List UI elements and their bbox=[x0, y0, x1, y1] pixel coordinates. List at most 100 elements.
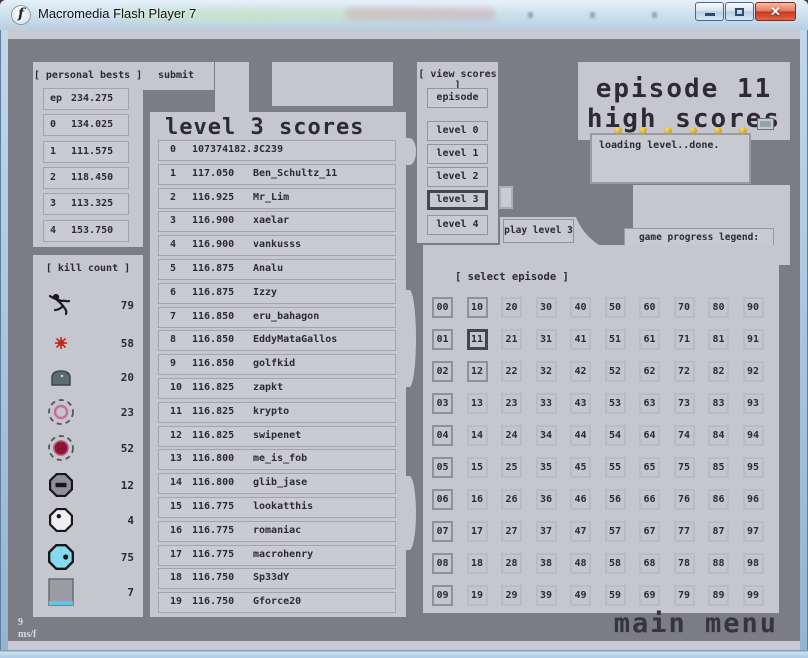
episode-cell-65[interactable]: 65 bbox=[639, 457, 660, 478]
episode-cell-61[interactable]: 61 bbox=[639, 329, 660, 350]
episode-cell-93[interactable]: 93 bbox=[743, 393, 764, 414]
episode-cell-22[interactable]: 22 bbox=[501, 361, 522, 382]
episode-cell-06[interactable]: 06 bbox=[432, 489, 453, 510]
episode-cell-19[interactable]: 19 bbox=[467, 585, 488, 606]
episode-cell-64[interactable]: 64 bbox=[639, 425, 660, 446]
episode-cell-25[interactable]: 25 bbox=[501, 457, 522, 478]
episode-cell-71[interactable]: 71 bbox=[674, 329, 695, 350]
episode-cell-60[interactable]: 60 bbox=[639, 297, 660, 318]
episode-cell-86[interactable]: 86 bbox=[708, 489, 729, 510]
episode-cell-11[interactable]: 11 bbox=[467, 329, 488, 350]
episode-cell-96[interactable]: 96 bbox=[743, 489, 764, 510]
episode-cell-95[interactable]: 95 bbox=[743, 457, 764, 478]
episode-cell-76[interactable]: 76 bbox=[674, 489, 695, 510]
episode-cell-03[interactable]: 03 bbox=[432, 393, 453, 414]
view-scores-button-episode[interactable]: episode bbox=[427, 88, 488, 108]
view-scores-button-level-0[interactable]: level 0 bbox=[427, 121, 488, 141]
episode-cell-62[interactable]: 62 bbox=[639, 361, 660, 382]
episode-cell-29[interactable]: 29 bbox=[501, 585, 522, 606]
episode-cell-77[interactable]: 77 bbox=[674, 521, 695, 542]
episode-cell-92[interactable]: 92 bbox=[743, 361, 764, 382]
episode-cell-14[interactable]: 14 bbox=[467, 425, 488, 446]
episode-cell-54[interactable]: 54 bbox=[605, 425, 626, 446]
view-scores-button-level-3[interactable]: level 3 bbox=[427, 190, 488, 210]
episode-cell-05[interactable]: 05 bbox=[432, 457, 453, 478]
episode-cell-15[interactable]: 15 bbox=[467, 457, 488, 478]
episode-cell-28[interactable]: 28 bbox=[501, 553, 522, 574]
episode-cell-21[interactable]: 21 bbox=[501, 329, 522, 350]
episode-cell-53[interactable]: 53 bbox=[605, 393, 626, 414]
episode-cell-97[interactable]: 97 bbox=[743, 521, 764, 542]
episode-cell-40[interactable]: 40 bbox=[570, 297, 591, 318]
episode-cell-39[interactable]: 39 bbox=[536, 585, 557, 606]
episode-cell-68[interactable]: 68 bbox=[639, 553, 660, 574]
episode-cell-02[interactable]: 02 bbox=[432, 361, 453, 382]
episode-cell-52[interactable]: 52 bbox=[605, 361, 626, 382]
episode-cell-85[interactable]: 85 bbox=[708, 457, 729, 478]
episode-cell-78[interactable]: 78 bbox=[674, 553, 695, 574]
episode-cell-72[interactable]: 72 bbox=[674, 361, 695, 382]
episode-cell-37[interactable]: 37 bbox=[536, 521, 557, 542]
episode-cell-88[interactable]: 88 bbox=[708, 553, 729, 574]
episode-cell-81[interactable]: 81 bbox=[708, 329, 729, 350]
episode-cell-44[interactable]: 44 bbox=[570, 425, 591, 446]
episode-cell-90[interactable]: 90 bbox=[743, 297, 764, 318]
episode-cell-73[interactable]: 73 bbox=[674, 393, 695, 414]
episode-cell-43[interactable]: 43 bbox=[570, 393, 591, 414]
view-scores-button-level-1[interactable]: level 1 bbox=[427, 144, 488, 164]
episode-cell-07[interactable]: 07 bbox=[432, 521, 453, 542]
maximize-button[interactable] bbox=[725, 2, 754, 21]
play-level-button[interactable]: play level 3 bbox=[503, 219, 574, 243]
episode-cell-94[interactable]: 94 bbox=[743, 425, 764, 446]
episode-cell-89[interactable]: 89 bbox=[708, 585, 729, 606]
episode-cell-98[interactable]: 98 bbox=[743, 553, 764, 574]
episode-cell-32[interactable]: 32 bbox=[536, 361, 557, 382]
episode-cell-13[interactable]: 13 bbox=[467, 393, 488, 414]
episode-cell-24[interactable]: 24 bbox=[501, 425, 522, 446]
episode-cell-87[interactable]: 87 bbox=[708, 521, 729, 542]
episode-cell-23[interactable]: 23 bbox=[501, 393, 522, 414]
episode-cell-56[interactable]: 56 bbox=[605, 489, 626, 510]
episode-cell-80[interactable]: 80 bbox=[708, 297, 729, 318]
episode-cell-30[interactable]: 30 bbox=[536, 297, 557, 318]
episode-cell-69[interactable]: 69 bbox=[639, 585, 660, 606]
episode-cell-04[interactable]: 04 bbox=[432, 425, 453, 446]
episode-cell-83[interactable]: 83 bbox=[708, 393, 729, 414]
titlebar[interactable]: f Macromedia Flash Player 7 ✕ bbox=[0, 0, 808, 30]
episode-cell-84[interactable]: 84 bbox=[708, 425, 729, 446]
episode-cell-70[interactable]: 70 bbox=[674, 297, 695, 318]
submit-button[interactable]: submit bbox=[144, 66, 208, 86]
episode-cell-58[interactable]: 58 bbox=[605, 553, 626, 574]
episode-cell-75[interactable]: 75 bbox=[674, 457, 695, 478]
episode-cell-18[interactable]: 18 bbox=[467, 553, 488, 574]
episode-cell-57[interactable]: 57 bbox=[605, 521, 626, 542]
episode-cell-82[interactable]: 82 bbox=[708, 361, 729, 382]
episode-cell-63[interactable]: 63 bbox=[639, 393, 660, 414]
episode-cell-42[interactable]: 42 bbox=[570, 361, 591, 382]
episode-cell-36[interactable]: 36 bbox=[536, 489, 557, 510]
episode-cell-31[interactable]: 31 bbox=[536, 329, 557, 350]
episode-cell-79[interactable]: 79 bbox=[674, 585, 695, 606]
episode-cell-59[interactable]: 59 bbox=[605, 585, 626, 606]
episode-cell-55[interactable]: 55 bbox=[605, 457, 626, 478]
close-button[interactable]: ✕ bbox=[755, 2, 796, 21]
episode-cell-50[interactable]: 50 bbox=[605, 297, 626, 318]
episode-cell-34[interactable]: 34 bbox=[536, 425, 557, 446]
episode-cell-20[interactable]: 20 bbox=[501, 297, 522, 318]
episode-cell-01[interactable]: 01 bbox=[432, 329, 453, 350]
episode-cell-27[interactable]: 27 bbox=[501, 521, 522, 542]
minimize-button[interactable] bbox=[695, 2, 724, 21]
episode-cell-35[interactable]: 35 bbox=[536, 457, 557, 478]
episode-cell-46[interactable]: 46 bbox=[570, 489, 591, 510]
episode-cell-51[interactable]: 51 bbox=[605, 329, 626, 350]
episode-cell-10[interactable]: 10 bbox=[467, 297, 488, 318]
episode-cell-99[interactable]: 99 bbox=[743, 585, 764, 606]
screenshot-icon[interactable] bbox=[757, 118, 774, 130]
episode-cell-33[interactable]: 33 bbox=[536, 393, 557, 414]
episode-cell-66[interactable]: 66 bbox=[639, 489, 660, 510]
episode-cell-09[interactable]: 09 bbox=[432, 585, 453, 606]
episode-cell-67[interactable]: 67 bbox=[639, 521, 660, 542]
episode-cell-47[interactable]: 47 bbox=[570, 521, 591, 542]
episode-cell-45[interactable]: 45 bbox=[570, 457, 591, 478]
episode-cell-41[interactable]: 41 bbox=[570, 329, 591, 350]
